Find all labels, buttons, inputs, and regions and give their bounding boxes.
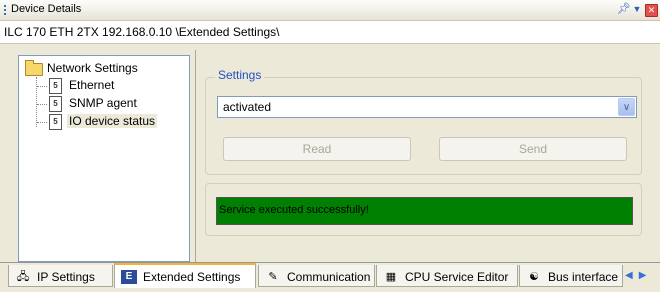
read-button[interactable]: Read: [223, 137, 411, 161]
cpu-service-icon: ▦: [385, 270, 397, 283]
device-path: ILC 170 ETH 2TX 192.168.0.10 \Extended S…: [4, 25, 280, 39]
tab-label: IP Settings: [37, 269, 95, 284]
tree-branch-line: [37, 104, 47, 105]
tab-ip-settings[interactable]: 🖧︎ IP Settings: [8, 265, 113, 287]
dropdown-menu-icon[interactable]: ▼: [631, 3, 643, 16]
ip-settings-icon: 🖧︎: [16, 270, 30, 283]
settings-legend: Settings: [215, 68, 265, 82]
tab-bus-interface[interactable]: ☯ Bus interface: [519, 265, 623, 287]
tab-label: Extended Settings: [143, 269, 241, 284]
tree-item-label: IO device status: [67, 114, 158, 128]
tab-cpu-service-editor[interactable]: ▦ CPU Service Editor: [376, 265, 518, 287]
pin-icon[interactable]: 📌︎: [617, 3, 631, 16]
extended-settings-icon: E: [121, 269, 137, 284]
scroll-left-icon[interactable]: ◀: [625, 270, 633, 281]
select-value: activated: [223, 100, 272, 114]
status-message: Service executed successfully!: [219, 204, 369, 216]
tab-scroll-arrows: ◀ ▶: [625, 270, 652, 281]
bus-interface-icon: ☯: [529, 270, 539, 283]
path-bar: ILC 170 ETH 2TX 192.168.0.10 \Extended S…: [0, 21, 660, 44]
title-bar: Device Details 📌︎ ▼ ✕: [0, 0, 660, 21]
scroll-right-icon[interactable]: ▶: [639, 270, 647, 281]
tree-connector: [36, 77, 37, 127]
settings-page-icon: 5: [49, 96, 62, 112]
tree-branch-line: [37, 86, 47, 87]
tab-label: CPU Service Editor: [405, 269, 509, 284]
panel-splitter[interactable]: [195, 50, 196, 262]
tab-communication[interactable]: ✎ Communication: [258, 265, 375, 287]
io-device-status-select[interactable]: activated ∨: [217, 96, 637, 118]
status-message-bar: Service executed successfully!: [216, 197, 633, 225]
grip-icon: [4, 5, 8, 15]
window-title: Device Details: [11, 3, 82, 15]
settings-tree: Network Settings 5 Ethernet 5 SNMP agent…: [18, 55, 190, 262]
tab-label: Communication: [287, 269, 371, 284]
send-button[interactable]: Send: [439, 137, 627, 161]
settings-page-icon: 5: [49, 78, 62, 94]
tree-branch-line: [37, 122, 47, 123]
close-icon[interactable]: ✕: [645, 4, 658, 17]
settings-page-icon: 5: [49, 114, 62, 130]
communication-icon: ✎: [268, 270, 278, 283]
tab-extended-settings[interactable]: E Extended Settings: [114, 263, 256, 288]
chevron-down-icon[interactable]: ∨: [618, 98, 635, 116]
tree-item-label: Ethernet: [69, 78, 115, 92]
tree-item-label: SNMP agent: [69, 96, 137, 110]
folder-icon: [25, 60, 43, 76]
tab-label: Bus interface: [548, 269, 619, 284]
tree-root-label: Network Settings: [47, 61, 138, 75]
